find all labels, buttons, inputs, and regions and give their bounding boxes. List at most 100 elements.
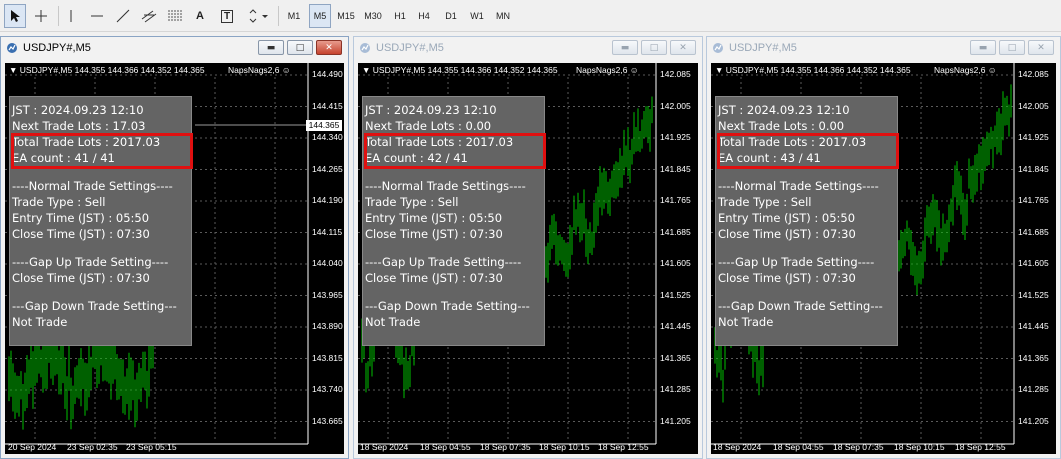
current-price-tag: 144.365 [306,120,342,131]
chart-window-icon [713,43,723,53]
normal-trade-settings-header: ----Normal Trade Settings---- [718,179,879,193]
trade-type-label: Trade Type : Sell [12,195,106,209]
time-axis-label: 18 Sep 12:55 [955,442,1006,452]
time-axis-label: 18 Sep 10:15 [894,442,945,452]
ea-info-panel: JST : 2024.09.23 12:10 Next Trade Lots : … [9,96,193,346]
smiley-icon: ☺ [987,65,997,75]
timeframe-h1-button[interactable]: H1 [390,4,410,28]
collapse-arrow-icon[interactable]: ▼ [362,65,370,75]
time-axis-label: 23 Sep 05:15 [126,442,177,452]
window-titlebar[interactable]: USDJPY#,M5 ▬ □ ✕ [707,37,1060,59]
window-title: USDJPY#,M5 [23,42,91,54]
highlight-box [364,133,546,169]
chart-window-3[interactable]: USDJPY#,M5 ▬ □ ✕ ▼ USDJPY#,M5 144.355 144.36… [706,36,1061,459]
jst-time-label: JST : 2024.09.23 12:10 [718,103,850,117]
price-axis-label: 143.665 [312,415,343,426]
vertical-line-icon[interactable] [62,4,80,28]
entry-time-label: Entry Time (JST) : 05:50 [718,211,856,225]
price-axis-label: 141.685 [660,226,691,237]
window-title: USDJPY#,M5 [729,42,797,54]
price-axis-label: 143.965 [312,289,343,300]
gap-down-setting-header: ---Gap Down Trade Setting--- [365,299,530,313]
collapse-arrow-icon[interactable]: ▼ [9,65,17,75]
close-button[interactable]: ✕ [316,40,342,55]
text-label-glyph: T [220,9,234,23]
smiley-icon: ☺ [629,65,639,75]
chart-window-2[interactable]: USDJPY#,M5 ▬ □ ✕ ▼ USDJPY#,M5 144.355 144.36… [353,36,703,459]
price-axis-label: 142.085 [660,69,691,79]
entry-time-label: Entry Time (JST) : 05:50 [12,211,150,225]
symbol-quote-text: USDJPY#,M5 144.355 144.366 144.352 144.3… [19,65,205,75]
chart-toolbar: A T M1 M5 M15 M30 H1 H4 D1 W1 MN [0,0,1061,32]
gap-up-setting-header: ----Gap Up Trade Setting---- [718,255,875,269]
window-titlebar[interactable]: USDJPY#,M5 ▬ □ ✕ [354,37,702,59]
time-axis-label: 18 Sep 2024 [713,442,762,452]
text-icon[interactable]: A [190,4,210,28]
price-axis-label: 141.605 [660,258,691,268]
window-titlebar[interactable]: USDJPY#,M5 ▬ □ ✕ [1,37,348,59]
minimize-button[interactable]: ▬ [612,40,638,55]
price-axis-label: 144.115 [312,226,343,237]
close-button[interactable]: ✕ [1028,40,1054,55]
price-axis-label: 142.085 [1018,69,1049,79]
chart-window-icon [360,43,370,53]
minimize-button[interactable]: ▬ [970,40,996,55]
crosshair-icon[interactable] [30,4,52,28]
timeframe-mn-button[interactable]: MN [492,4,514,28]
indicator-name: NapsNags2,6 [934,65,986,75]
maximize-button[interactable]: □ [287,40,313,55]
price-chart[interactable]: ▼ USDJPY#,M5 144.355 144.366 144.352 144… [358,63,698,454]
price-axis-label: 141.605 [1018,258,1049,268]
symbol-quote-text: USDJPY#,M5 144.355 144.366 144.352 144.3… [725,65,911,75]
price-axis-label: 142.005 [660,100,691,111]
indicator-label: NapsNags2,6 ☺ [228,65,291,75]
ea-info-panel: JST : 2024.09.23 12:10 Next Trade Lots : … [362,96,546,346]
indicator-name: NapsNags2,6 [228,65,280,75]
symbol-quote-line: ▼ USDJPY#,M5 144.355 144.366 144.352 144… [9,65,205,75]
price-axis-label: 142.005 [1018,100,1049,111]
cursor-icon[interactable] [4,4,26,28]
price-axis-label: 141.925 [1018,132,1049,142]
minimize-button[interactable]: ▬ [258,40,284,55]
normal-trade-settings-header: ----Normal Trade Settings---- [365,179,526,193]
timeframe-m30-button[interactable]: M30 [361,4,385,28]
timeframe-m15-button[interactable]: M15 [334,4,358,28]
time-axis-label: 18 Sep 2024 [360,442,409,452]
price-axis-label: 141.765 [1018,195,1049,205]
time-axis-label: 18 Sep 07:35 [833,442,884,452]
indicator-name: NapsNags2,6 [576,65,628,75]
maximize-button[interactable]: □ [641,40,667,55]
price-axis-label: 141.525 [1018,289,1049,300]
price-chart[interactable]: ▼ USDJPY#,M5 144.355 144.366 144.352 144… [711,63,1056,454]
timeframe-m1-button[interactable]: M1 [284,4,304,28]
time-axis-label: 18 Sep 04:55 [773,442,824,452]
price-axis-label: 141.365 [1018,352,1049,363]
timeframe-h4-button[interactable]: H4 [414,4,434,28]
timeframe-w1-button[interactable]: W1 [466,4,488,28]
time-axis-label: 18 Sep 12:55 [598,442,649,452]
arrows-icon[interactable] [244,4,272,28]
symbol-quote-line: ▼ USDJPY#,M5 144.355 144.366 144.352 144… [362,65,558,75]
trade-type-label: Trade Type : Sell [718,195,812,209]
trendline-icon[interactable] [112,4,134,28]
price-axis-label: 144.190 [312,195,343,205]
timeframe-d1-button[interactable]: D1 [440,4,462,28]
price-axis-label: 141.285 [1018,384,1049,394]
collapse-arrow-icon[interactable]: ▼ [715,65,723,75]
horizontal-line-icon[interactable] [86,4,108,28]
close-button[interactable]: ✕ [670,40,696,55]
next-trade-lots-label: Next Trade Lots : 0.00 [365,119,492,133]
maximize-button[interactable]: □ [999,40,1025,55]
price-chart[interactable]: ▼ USDJPY#,M5 144.355 144.366 144.352 144… [5,63,344,454]
highlight-box [717,133,899,169]
entry-time-label: Entry Time (JST) : 05:50 [365,211,503,225]
timeframe-m5-button[interactable]: M5 [309,4,331,28]
smiley-icon: ☺ [281,65,291,75]
channel-icon[interactable] [138,4,160,28]
chart-window-1[interactable]: USDJPY#,M5 ▬ □ ✕ ▼ USDJPY#,M5 144.355 144.36… [0,36,349,459]
text-label-icon[interactable]: T [216,4,238,28]
gap-down-setting-header: ---Gap Down Trade Setting--- [12,299,177,313]
fibonacci-icon[interactable] [164,4,186,28]
next-trade-lots-label: Next Trade Lots : 0.00 [718,119,845,133]
close-time-label: Close Time (JST) : 07:30 [12,227,150,241]
